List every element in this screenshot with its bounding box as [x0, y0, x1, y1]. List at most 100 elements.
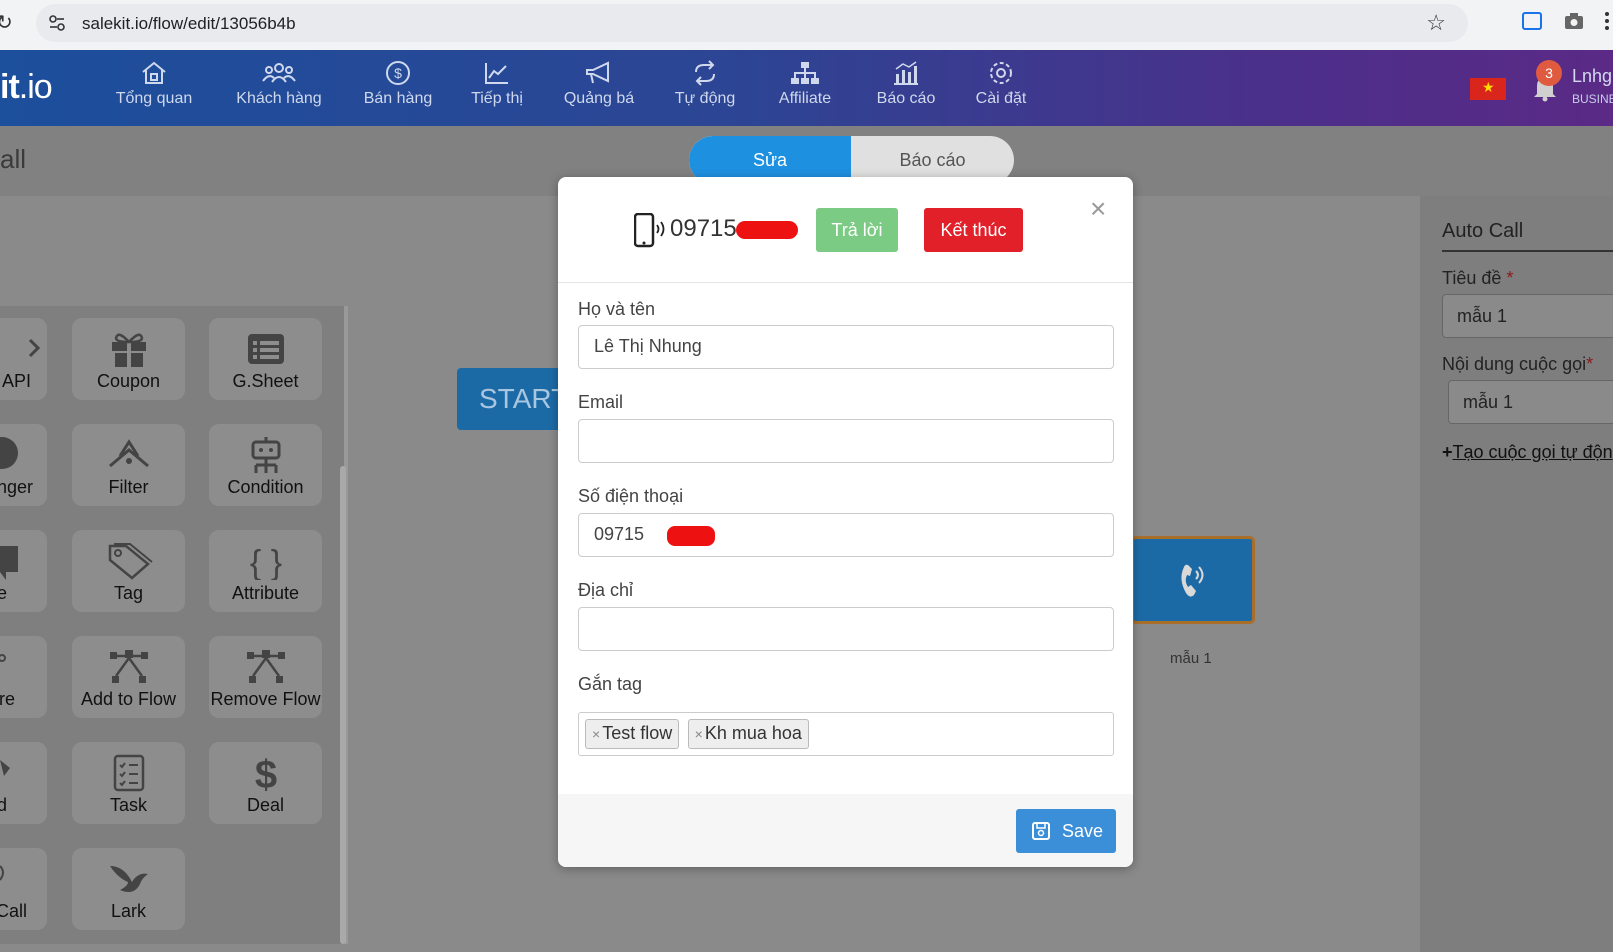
block-api[interactable]: API	[0, 318, 47, 400]
extension-icon[interactable]	[1522, 12, 1542, 30]
email-input[interactable]	[578, 419, 1114, 463]
home-icon	[142, 61, 166, 84]
condition-icon	[251, 437, 281, 473]
notification-badge: 3	[1536, 60, 1562, 86]
svg-text:$: $	[394, 65, 402, 81]
filter-icon	[109, 439, 149, 468]
auto-call-node[interactable]	[1131, 536, 1255, 624]
tag-chip: × Kh mua hoa	[687, 719, 809, 749]
block-attribute[interactable]: { } Attribute	[209, 530, 322, 612]
block-send[interactable]: d	[0, 742, 47, 824]
block-label: Attribute	[231, 583, 300, 603]
address-bar[interactable]: salekit.io/flow/edit/13056b4b ☆	[36, 4, 1468, 42]
content-input[interactable]: mẫu 1	[1448, 380, 1613, 424]
tag-chip: × Test flow	[585, 719, 680, 749]
name-input[interactable]: Lê Thị Nhung	[578, 325, 1114, 369]
chart-icon	[485, 63, 508, 84]
block-deal[interactable]: $ Deal	[209, 742, 322, 824]
lark-icon	[110, 866, 148, 892]
browser-toolbar: ↻ salekit.io/flow/edit/13056b4b ☆	[0, 0, 1613, 50]
nav-overview[interactable]: Tổng quan	[99, 60, 209, 108]
flow-add-icon	[110, 650, 148, 683]
title-label: Tiêu đề *	[1442, 268, 1514, 288]
nav-label: Tiếp thị	[471, 90, 523, 107]
block-coupon[interactable]: Coupon	[72, 318, 185, 400]
start-node[interactable]: START	[457, 368, 568, 430]
camera-icon[interactable]	[1564, 12, 1584, 30]
phone-input[interactable]: 09715	[578, 513, 1114, 557]
automation-icon	[695, 60, 715, 86]
floppy-disk-icon	[1032, 822, 1050, 840]
address-label: Địa chỉ	[578, 580, 634, 600]
redaction-mark	[736, 221, 798, 239]
block-messenger[interactable]: nger	[0, 424, 47, 506]
nav-label: Tự động	[674, 90, 736, 107]
remove-tag-icon[interactable]: ×	[695, 726, 703, 742]
block-share[interactable]: re	[0, 636, 47, 718]
nav-automation[interactable]: Tự động	[650, 60, 760, 108]
nav-sales[interactable]: $ Bán hàng	[343, 60, 453, 108]
block-filter[interactable]: Filter	[72, 424, 185, 506]
save-label: Save	[1062, 821, 1104, 841]
block-task[interactable]: Task	[72, 742, 185, 824]
block-label: Remove Flow	[210, 689, 321, 709]
tags-input[interactable]: × Test flow × Kh mua hoa	[578, 712, 1114, 756]
block-label: e	[0, 583, 7, 603]
block-palette: API Coupon G.Sheet nger Filter Condition…	[0, 306, 348, 944]
block-label: Filter	[108, 477, 149, 497]
nav-settings[interactable]: Cài đặt	[946, 60, 1056, 108]
block-lark[interactable]: Lark	[72, 848, 185, 930]
nav-affiliate[interactable]: Affiliate	[750, 60, 860, 108]
nav-customers[interactable]: Khách hàng	[223, 60, 335, 108]
save-button[interactable]: Save	[1016, 809, 1116, 853]
language-flag-vn[interactable]: ★	[1470, 78, 1506, 100]
nav-promotion[interactable]: Quảng bá	[544, 60, 654, 108]
phone-ringing-icon	[1181, 564, 1204, 597]
block-remove-flow[interactable]: Remove Flow	[209, 636, 322, 718]
nav-marketing[interactable]: Tiếp thị	[442, 60, 552, 108]
block-note[interactable]: e	[0, 530, 47, 612]
call-icon	[0, 865, 4, 881]
block-label: Tag	[113, 583, 144, 603]
address-input[interactable]	[578, 607, 1114, 651]
close-icon[interactable]: ×	[1090, 195, 1106, 223]
title-input[interactable]: mẫu 1	[1442, 294, 1613, 338]
answer-button[interactable]: Trả lời	[816, 208, 898, 252]
app-logo[interactable]: it.io	[0, 68, 53, 107]
gear-icon	[990, 62, 1012, 84]
block-add-to-flow[interactable]: Add to Flow	[72, 636, 185, 718]
block-label: re	[0, 689, 15, 709]
bookmark-star-icon[interactable]: ☆	[1426, 10, 1446, 36]
users-icon	[262, 63, 296, 83]
tags-label: Gắn tag	[578, 674, 643, 694]
call-dialog-header: 09715 Trả lời Kết thúc ×	[558, 177, 1133, 283]
site-settings-icon[interactable]	[48, 14, 66, 32]
name-label: Họ và tên	[578, 299, 656, 319]
create-auto-call-link[interactable]: +Tạo cuộc gọi tự độn	[1442, 442, 1613, 463]
end-call-button[interactable]: Kết thúc	[924, 208, 1023, 252]
content-label: Nội dung cuộc gọi*	[1442, 354, 1594, 374]
block-label: G.Sheet	[232, 371, 299, 391]
nav-label: Khách hàng	[236, 90, 322, 107]
reload-icon[interactable]: ↻	[0, 10, 13, 35]
panel-heading: Auto Call	[1442, 220, 1524, 242]
block-tag[interactable]: Tag	[72, 530, 185, 612]
block-call[interactable]: Call	[0, 848, 47, 930]
browser-menu-icon[interactable]	[1604, 10, 1610, 32]
megaphone-icon	[586, 61, 609, 84]
block-label: d	[0, 795, 7, 815]
nav-reports[interactable]: Báo cáo	[851, 60, 961, 108]
block-label: API	[1, 371, 31, 391]
share-icon	[0, 654, 6, 662]
remove-tag-icon[interactable]: ×	[592, 726, 600, 742]
user-tier: BUSINE	[1572, 92, 1613, 106]
block-condition[interactable]: Condition	[209, 424, 322, 506]
block-gsheet[interactable]: G.Sheet	[209, 318, 322, 400]
flow-remove-icon	[247, 650, 285, 683]
dollar-icon: $	[255, 754, 277, 792]
user-name[interactable]: Lnhg	[1572, 66, 1612, 87]
call-dialog-footer: Save	[558, 794, 1133, 867]
gift-icon	[112, 333, 146, 367]
palette-scrollbar[interactable]	[340, 466, 346, 944]
block-label: nger	[0, 477, 33, 497]
